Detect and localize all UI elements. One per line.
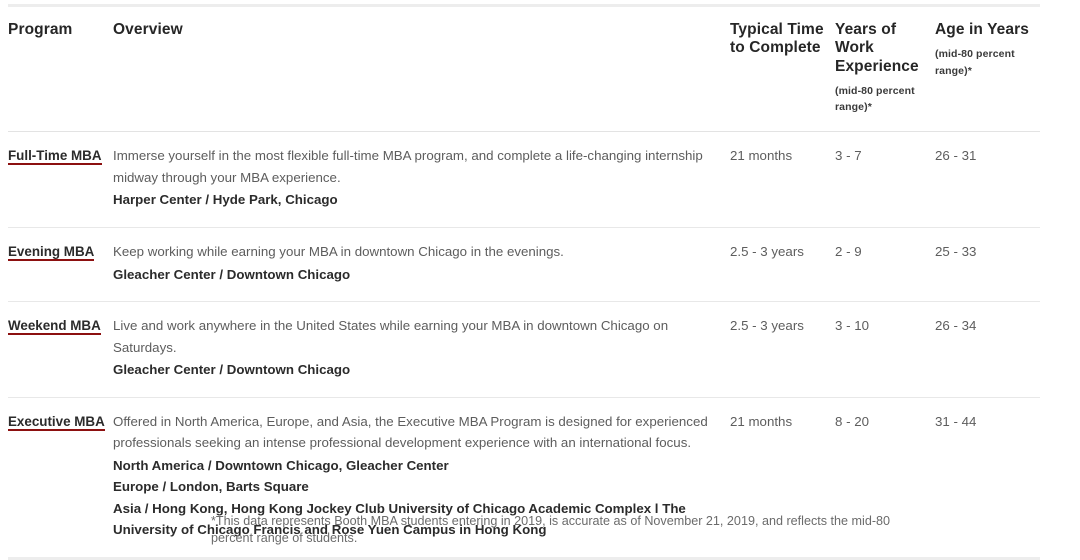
age-value: 26 - 31	[935, 148, 977, 164]
cell-program: Full-Time MBA	[8, 131, 113, 228]
cell-overview: Keep working while earning your MBA in d…	[113, 227, 730, 303]
cell-age: 31 - 44	[935, 397, 1040, 560]
cell-typical-time: 2.5 - 3 years	[730, 227, 835, 303]
work-experience-value: 3 - 10	[835, 318, 870, 334]
program-description: Live and work anywhere in the United Sta…	[113, 318, 669, 355]
typical-time-value: 21 months	[730, 148, 793, 164]
cell-overview: Live and work anywhere in the United Sta…	[113, 301, 730, 398]
cell-typical-time: 2.5 - 3 years	[730, 301, 835, 398]
age-value: 26 - 34	[935, 318, 977, 334]
cell-program: Executive MBA	[8, 397, 113, 560]
program-location: Gleacher Center / Downtown Chicago	[113, 266, 351, 282]
column-header-overview-label: Overview	[113, 21, 183, 38]
cell-program: Weekend MBA	[8, 301, 113, 398]
column-header-typical-time: Typical Time to Complete	[730, 3, 835, 133]
table-row: Weekend MBA Live and work anywhere in th…	[8, 301, 1040, 398]
table-header-row: Program Overview Typical Time to Complet…	[8, 3, 1040, 133]
cell-age: 26 - 34	[935, 301, 1040, 398]
cell-typical-time: 21 months	[730, 131, 835, 228]
program-location: Harper Center / Hyde Park, Chicago	[113, 192, 338, 208]
cell-age: 26 - 31	[935, 131, 1040, 228]
cell-work-experience: 2 - 9	[835, 227, 935, 303]
table-footnote: *This data represents Booth MBA students…	[211, 514, 891, 545]
program-description: Immerse yourself in the most flexible fu…	[113, 148, 703, 185]
program-location: Gleacher Center / Downtown Chicago	[113, 362, 351, 378]
work-experience-value: 2 - 9	[835, 243, 862, 259]
table-body: Full-Time MBA Immerse yourself in the mo…	[8, 131, 1040, 560]
column-header-work-experience: Years of Work Experience (mid-80 percent…	[835, 3, 935, 133]
column-header-typical-time-label: Typical Time to Complete	[730, 21, 824, 57]
typical-time-value: 2.5 - 3 years	[730, 243, 804, 259]
table-row: Full-Time MBA Immerse yourself in the mo…	[8, 131, 1040, 228]
cell-age: 25 - 33	[935, 227, 1040, 303]
table-header: Program Overview Typical Time to Complet…	[8, 3, 1040, 133]
column-header-program-label: Program	[8, 21, 73, 38]
work-experience-value: 3 - 7	[835, 148, 862, 164]
column-header-age: Age in Years (mid-80 percent range)*	[935, 3, 1040, 133]
column-header-age-label: Age in Years	[935, 21, 1029, 38]
program-location: Europe / London, Barts Square	[113, 479, 309, 495]
column-header-overview: Overview	[113, 3, 730, 133]
table-row: Evening MBA Keep working while earning y…	[8, 227, 1040, 303]
program-location: North America / Downtown Chicago, Gleach…	[113, 457, 449, 473]
column-header-age-note: (mid-80 percent range)*	[935, 48, 1015, 77]
cell-work-experience: 3 - 10	[835, 301, 935, 398]
age-value: 25 - 33	[935, 243, 977, 259]
age-value: 31 - 44	[935, 413, 977, 429]
cell-overview: Immerse yourself in the most flexible fu…	[113, 131, 730, 228]
program-description: Keep working while earning your MBA in d…	[113, 243, 564, 259]
work-experience-value: 8 - 20	[835, 413, 870, 429]
program-link-weekend-mba[interactable]: Weekend MBA	[8, 318, 101, 336]
program-description: Offered in North America, Europe, and As…	[113, 413, 708, 451]
typical-time-value: 21 months	[730, 413, 793, 429]
column-header-work-experience-note: (mid-80 percent range)*	[835, 84, 915, 114]
column-header-program: Program	[8, 3, 113, 133]
typical-time-value: 2.5 - 3 years	[730, 318, 804, 334]
program-comparison-table: Program Overview Typical Time to Complet…	[8, 3, 1040, 560]
cell-work-experience: 3 - 7	[835, 131, 935, 228]
program-link-full-time-mba[interactable]: Full-Time MBA	[8, 148, 102, 166]
program-link-evening-mba[interactable]: Evening MBA	[8, 243, 95, 261]
program-link-executive-mba[interactable]: Executive MBA	[8, 413, 105, 431]
cell-program: Evening MBA	[8, 227, 113, 303]
column-header-work-experience-label: Years of Work Experience	[835, 21, 919, 75]
mba-program-comparison-page: Program Overview Typical Time to Complet…	[0, 0, 1080, 560]
